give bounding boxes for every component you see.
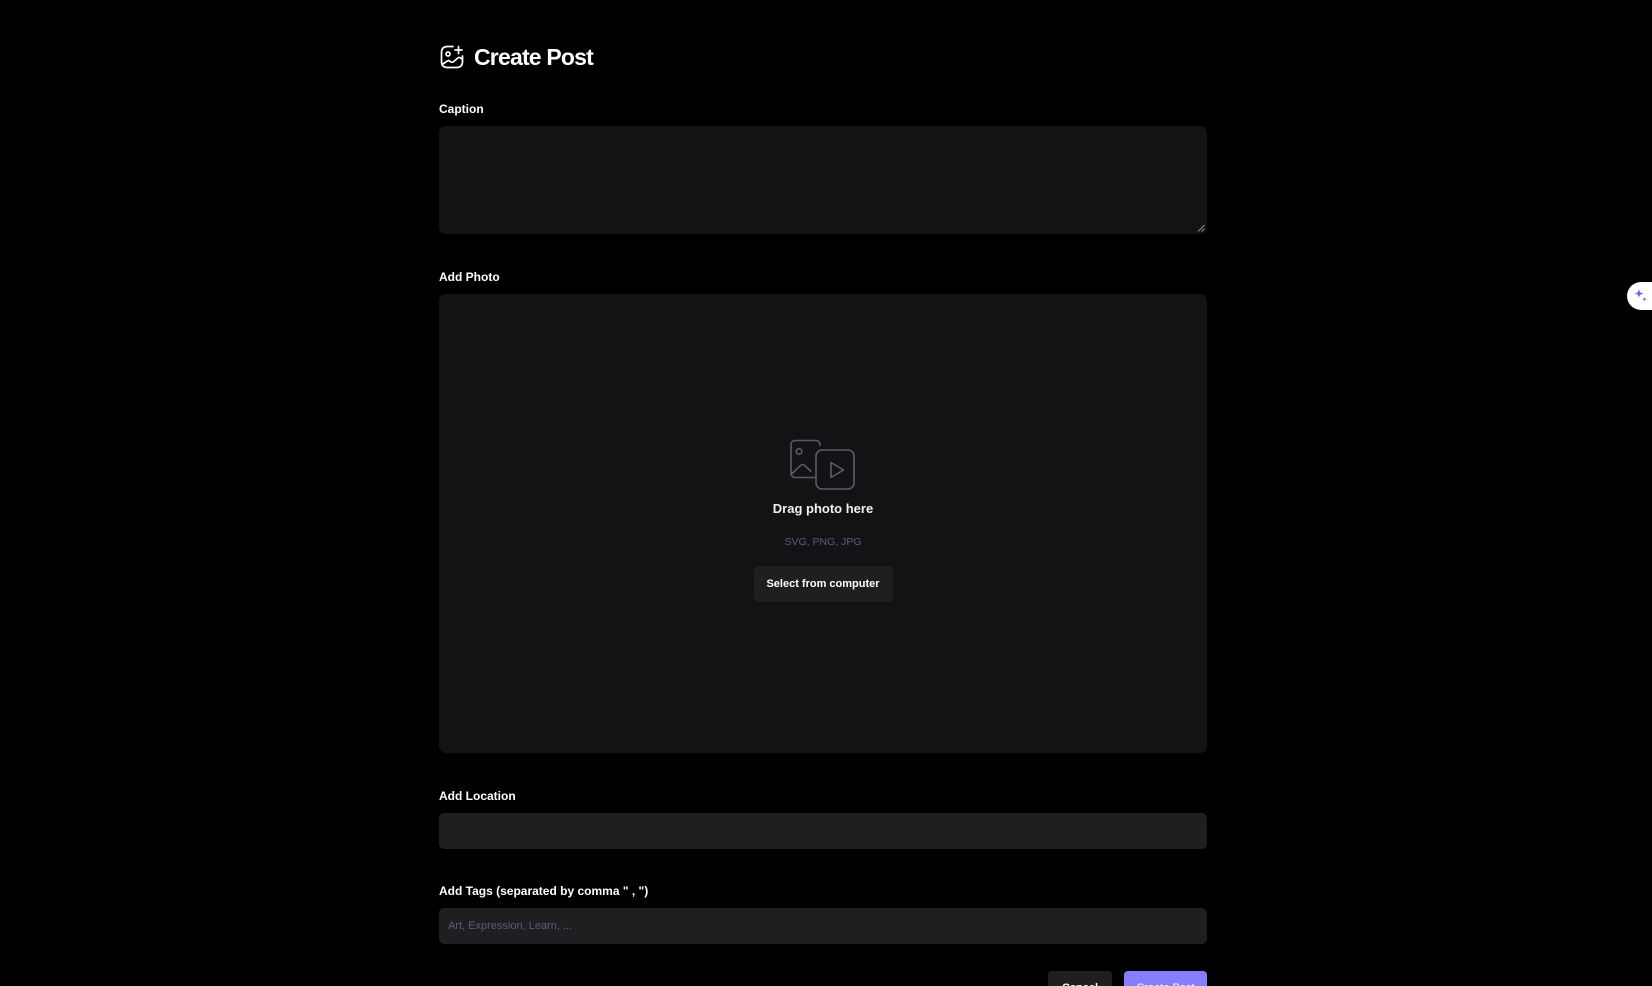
photo-video-icon	[790, 439, 855, 490]
cancel-button[interactable]: Cancel	[1048, 971, 1112, 986]
photo-drop-zone[interactable]: Drag photo here SVG, PNG, JPG Select fro…	[439, 294, 1207, 753]
add-location-label: Add Location	[439, 789, 516, 803]
caption-label: Caption	[439, 102, 484, 116]
page-title: Create Post	[474, 43, 594, 70]
form-actions: Cancel Create Post	[439, 971, 1207, 986]
tags-input[interactable]: Art, Expression, Learn, ...	[439, 908, 1207, 944]
supported-formats: SVG, PNG, JPG	[784, 536, 862, 548]
create-post-button[interactable]: Create Post	[1124, 971, 1207, 986]
caption-textarea[interactable]	[439, 126, 1207, 234]
page-header: Create Post	[439, 40, 1207, 74]
gallery-add-icon	[439, 44, 465, 70]
create-post-form: Create Post Caption Add Photo Drag photo…	[439, 40, 1207, 986]
select-from-computer-button[interactable]: Select from computer	[753, 566, 893, 602]
resize-grip-icon[interactable]	[1197, 224, 1205, 232]
add-tags-label: Add Tags (separated by comma " , ")	[439, 884, 649, 898]
tags-placeholder: Art, Expression, Learn, ...	[448, 920, 573, 932]
location-input[interactable]	[439, 813, 1207, 849]
drop-title: Drag photo here	[772, 501, 874, 516]
add-photo-label: Add Photo	[439, 270, 500, 284]
create-post-page: Create Post Caption Add Photo Drag photo…	[0, 0, 1652, 986]
assistant-widget-button[interactable]	[1627, 282, 1652, 310]
sparkle-icon	[1634, 289, 1648, 302]
